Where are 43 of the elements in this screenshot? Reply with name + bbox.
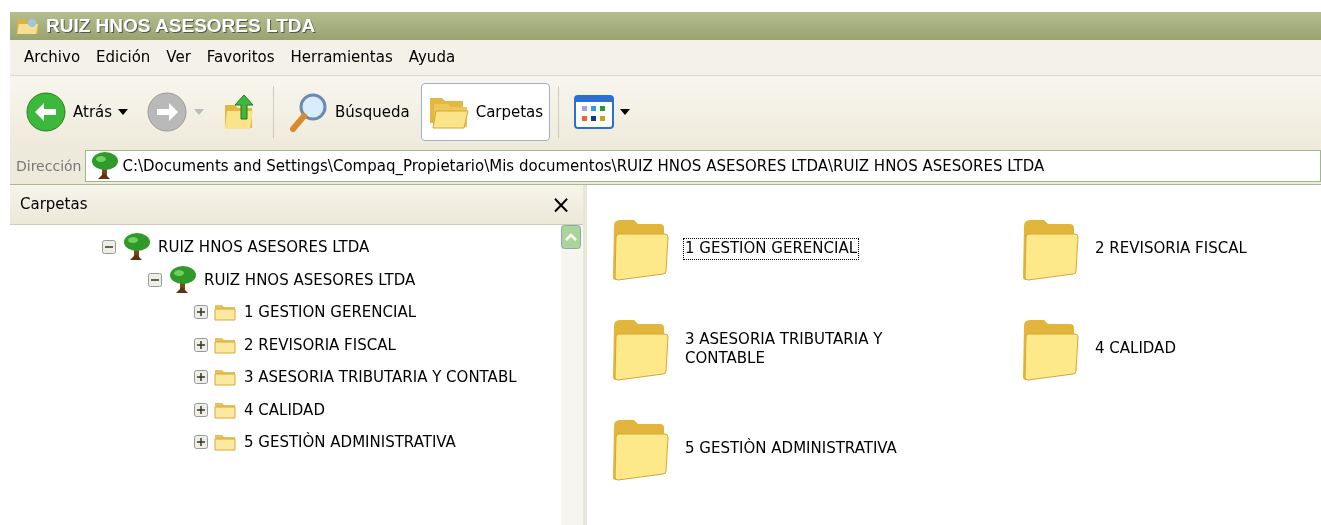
folders-button[interactable]: Carpetas — [420, 83, 551, 141]
tree-item[interactable]: 5 GESTIÒN ADMINISTRATIVA — [244, 431, 456, 454]
expand-icon[interactable] — [194, 435, 208, 450]
tree-icon — [168, 264, 198, 295]
address-label: Dirección — [16, 156, 82, 176]
tree-icon — [122, 232, 152, 263]
tree-item[interactable]: RUIZ HNOS ASESORES LTDA — [158, 236, 370, 259]
folder-name[interactable]: 1 GESTION GERENCIAL — [683, 238, 860, 260]
menu-item[interactable]: Archivo — [16, 44, 89, 71]
tree-item[interactable]: 3 ASESORIA TRIBUTARIA Y CONTABL — [244, 366, 517, 389]
expand-icon[interactable] — [194, 402, 208, 417]
folder-name[interactable]: 3 ASESORIA TRIBUTARIA Y CONTABLE — [683, 328, 933, 370]
tree-icon — [90, 151, 119, 181]
back-button[interactable]: Atrás — [18, 84, 136, 140]
caret-icon — [194, 109, 205, 115]
tree-item[interactable]: 2 REVISORIA FISCAL — [244, 333, 396, 356]
scrollbar[interactable] — [561, 225, 583, 525]
pane-title: Carpetas — [20, 194, 88, 216]
views-icon — [574, 94, 615, 130]
collapse-icon[interactable] — [102, 240, 116, 255]
collapse-icon[interactable] — [148, 272, 162, 287]
menu-item[interactable]: Herramientas — [282, 44, 401, 71]
folder-name[interactable]: 5 GESTIÒN ADMINISTRATIVA — [683, 438, 899, 460]
expand-icon[interactable] — [194, 370, 208, 385]
menu-item[interactable]: Favoritos — [198, 44, 283, 71]
close-button[interactable]: × — [548, 192, 573, 217]
folder-name[interactable]: 2 REVISORIA FISCAL — [1093, 238, 1249, 260]
menu-item[interactable]: Edición — [88, 44, 159, 71]
caret-icon — [118, 109, 129, 115]
folder-name[interactable]: 4 CALIDAD — [1093, 338, 1178, 360]
tree-item[interactable]: 1 GESTION GERENCIAL — [244, 301, 417, 324]
expand-icon[interactable] — [194, 305, 208, 320]
expand-icon[interactable] — [194, 337, 208, 352]
menu-item[interactable]: Ver — [158, 44, 199, 71]
menu-item[interactable]: Ayuda — [400, 44, 464, 71]
window-title: RUIZ HNOS ASESORES LTDA — [46, 13, 316, 38]
scroll-up-button[interactable] — [561, 225, 581, 249]
folder-icon — [16, 16, 40, 36]
tree-item[interactable]: 4 CALIDAD — [244, 398, 325, 421]
search-button[interactable]: Búsqueda — [282, 84, 417, 140]
address-field[interactable]: C:\Documents and Settings\Compaq_Propietario\Mis documentos\RUIZ HNOS ASESORES LTDA\RUIZ HNOS ASESORES LTDA — [85, 150, 1321, 182]
tree-item[interactable]: RUIZ HNOS ASESORES LTDA — [204, 268, 416, 291]
caret-icon — [620, 109, 631, 115]
